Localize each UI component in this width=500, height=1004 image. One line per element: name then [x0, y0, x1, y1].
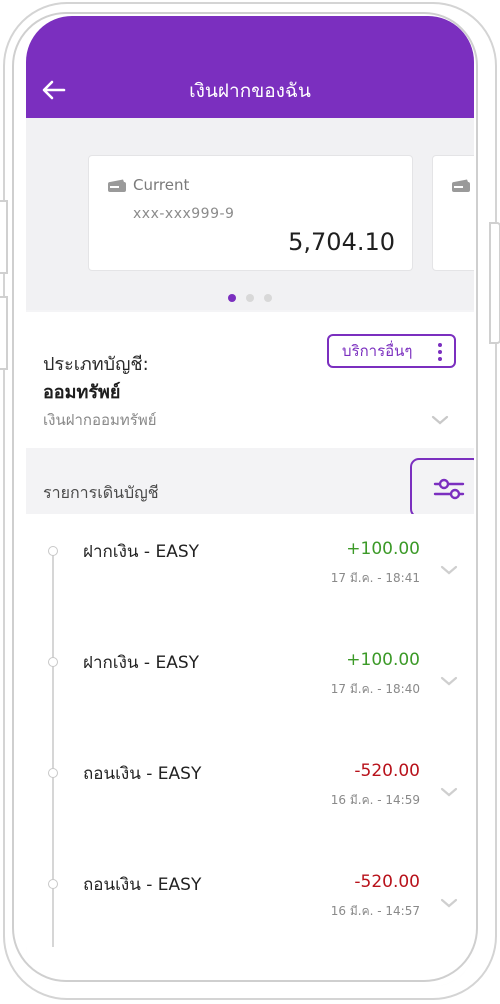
volume-down-button	[0, 296, 8, 370]
power-button	[489, 222, 500, 344]
phone-bezel	[12, 12, 478, 982]
volume-up-button	[0, 200, 8, 274]
